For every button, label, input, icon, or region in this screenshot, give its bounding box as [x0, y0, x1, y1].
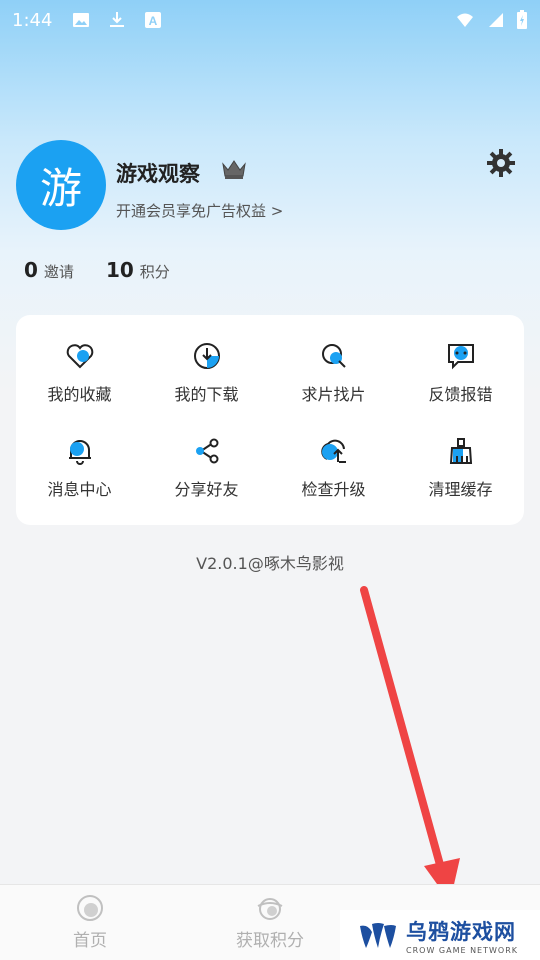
bell-icon — [68, 439, 91, 465]
feedback-icon — [447, 343, 474, 369]
stat-points[interactable]: 10 积分 — [106, 258, 170, 282]
stats-row: 0 邀请 10 积分 — [24, 258, 170, 282]
points-count: 10 — [105, 258, 134, 282]
status-bar: 1:44 A — [0, 0, 540, 40]
search-icon — [321, 343, 346, 368]
profile-header: 游 游戏观察 开通会员享免广告权益 > — [16, 140, 524, 232]
a-badge-icon: A — [145, 12, 162, 28]
battery-icon — [517, 10, 527, 29]
svg-text:A: A — [149, 14, 158, 28]
avatar[interactable]: 游 — [16, 140, 106, 230]
wifi-icon — [457, 13, 473, 27]
menu-label-request: 求片找片 — [301, 384, 366, 404]
watermark-logo: 乌鸦游戏网 CROW GAME NETWORK — [340, 910, 540, 960]
image-icon — [73, 13, 90, 27]
vip-link[interactable]: 开通会员享免广告权益 > — [116, 200, 283, 221]
username: 游戏观察 — [116, 162, 200, 186]
menu-item-share[interactable]: 分享好友 — [143, 420, 270, 515]
share-icon — [195, 438, 218, 463]
menu-item-request[interactable]: 求片找片 — [270, 325, 397, 420]
download-circle-icon — [193, 342, 220, 369]
watermark-subtitle: CROW GAME NETWORK — [406, 945, 519, 955]
home-icon — [77, 895, 103, 921]
tab-points[interactable]: 获取积分 — [180, 885, 360, 960]
tab-label-points: 获取积分 — [236, 931, 304, 951]
menu-label-downloads: 我的下载 — [174, 384, 239, 404]
menu-item-messages[interactable]: 消息中心 — [16, 420, 143, 515]
crown-icon — [222, 160, 246, 179]
menu-label-messages: 消息中心 — [47, 479, 112, 499]
points-icon — [257, 898, 283, 920]
upgrade-icon — [320, 439, 346, 463]
gear-icon[interactable] — [486, 148, 516, 178]
stat-invites[interactable]: 0 邀请 — [24, 258, 74, 282]
menu-item-downloads[interactable]: 我的下载 — [143, 325, 270, 420]
crow-logo-icon — [360, 923, 396, 948]
points-label: 积分 — [139, 263, 170, 281]
menu-item-favorites[interactable]: 我的收藏 — [16, 325, 143, 420]
menu-item-upgrade[interactable]: 检查升级 — [270, 420, 397, 515]
menu-item-clear-cache[interactable]: 清理缓存 — [397, 420, 524, 515]
tab-home[interactable]: 首页 — [0, 885, 180, 960]
menu-grid: 我的收藏 我的下载 求片找片 反馈报错 消息中心 分享好友 检查升级 清理缓存 — [16, 315, 524, 525]
heart-icon — [66, 343, 93, 368]
avatar-text: 游 — [39, 163, 82, 213]
status-time: 1:44 — [12, 9, 53, 31]
menu-label-favorites: 我的收藏 — [47, 384, 112, 404]
download-icon — [110, 12, 125, 27]
menu-label-feedback: 反馈报错 — [428, 384, 493, 404]
version-text: V2.0.1@啄木鸟影视 — [196, 554, 344, 573]
watermark-title: 乌鸦游戏网 — [406, 919, 516, 944]
menu-label-upgrade: 检查升级 — [301, 479, 366, 499]
broom-icon — [449, 437, 472, 464]
invite-label: 邀请 — [43, 263, 74, 281]
signal-icon — [489, 13, 503, 27]
tab-label-home: 首页 — [73, 931, 107, 951]
menu-item-feedback[interactable]: 反馈报错 — [397, 325, 524, 420]
invite-count: 0 — [24, 258, 38, 282]
menu-label-share: 分享好友 — [174, 479, 239, 499]
menu-label-clear-cache: 清理缓存 — [428, 479, 493, 499]
